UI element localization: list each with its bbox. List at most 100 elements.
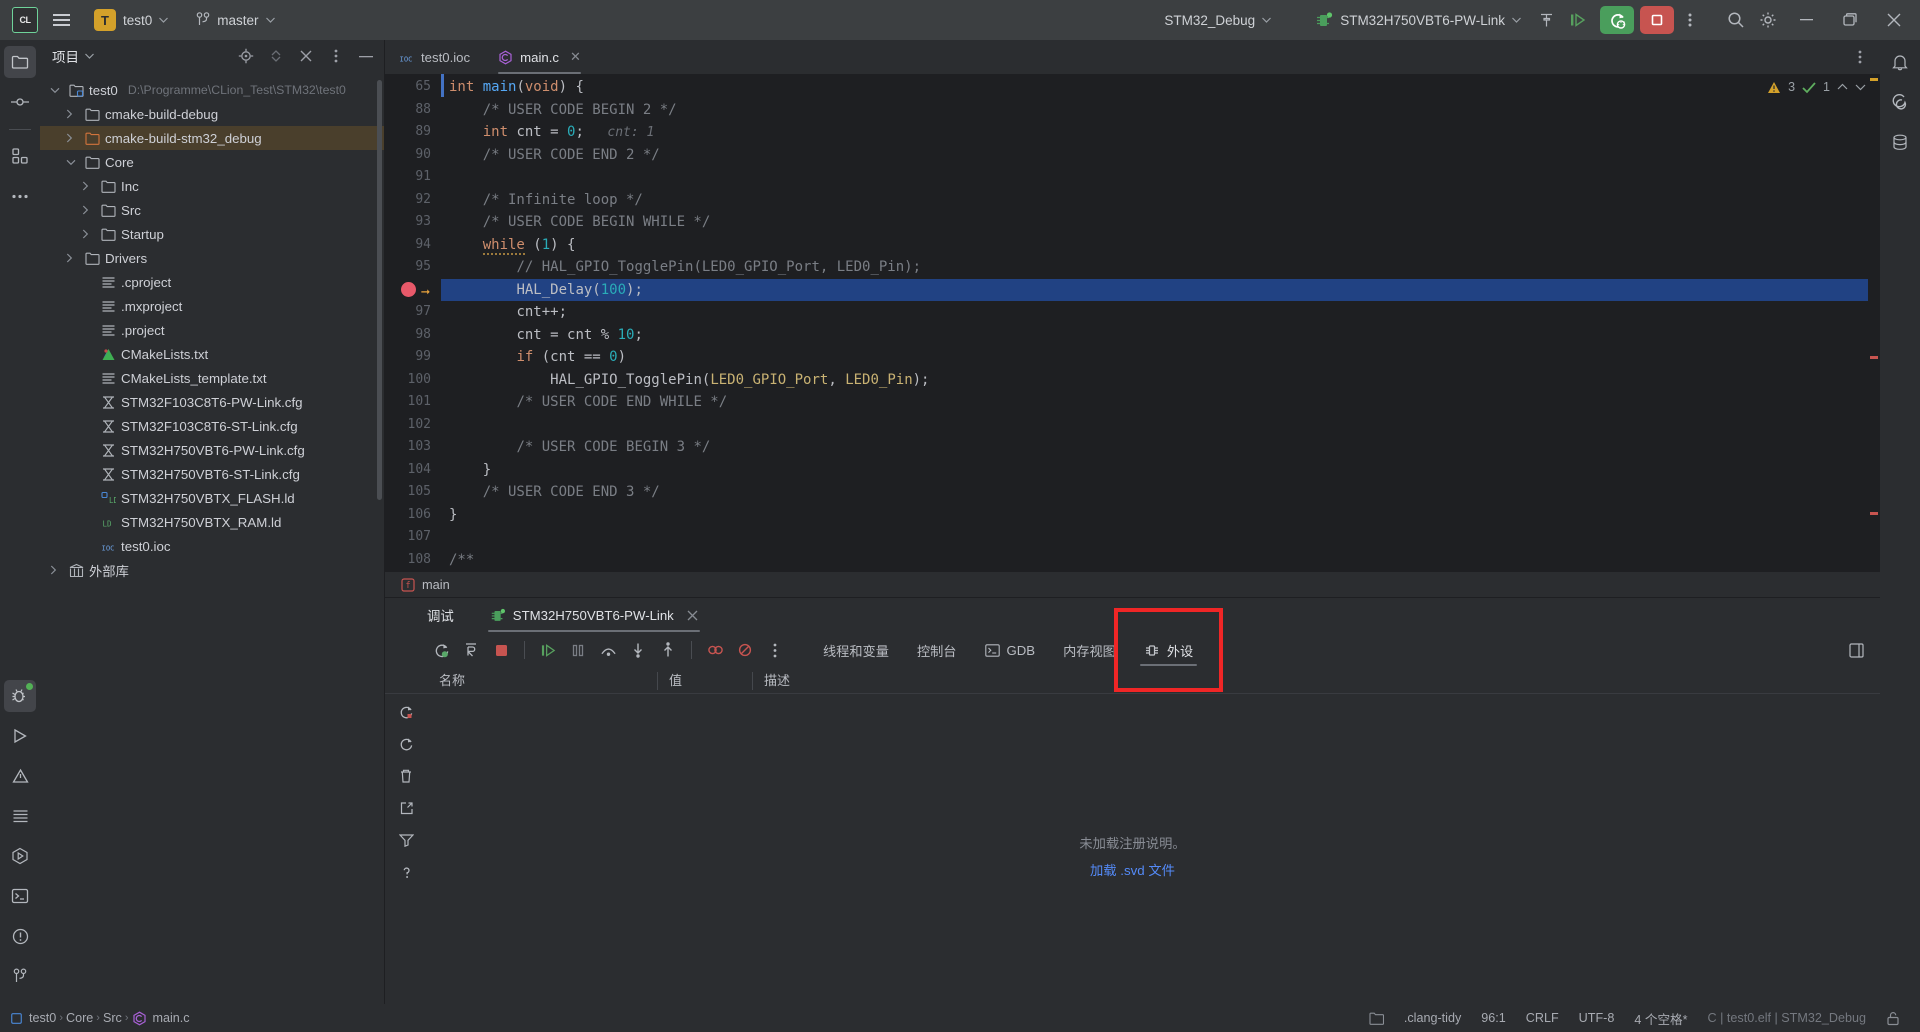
code-line[interactable]: /* USER CODE END 3 */: [441, 481, 1880, 504]
code-line[interactable]: /* USER CODE BEGIN 2 */: [441, 99, 1880, 122]
minimize-button[interactable]: [1784, 0, 1828, 40]
code-line[interactable]: [441, 166, 1880, 189]
run-button[interactable]: [1562, 5, 1594, 35]
close-button[interactable]: [1872, 0, 1916, 40]
tree-node[interactable]: LD STM32H750VBTX_FLASH.ld: [40, 486, 384, 510]
debug-view-tab[interactable]: 外设: [1130, 632, 1207, 668]
code-line[interactable]: HAL_Delay(100);: [441, 74, 1880, 301]
debug-view-tab[interactable]: 控制台: [903, 632, 971, 668]
close-icon[interactable]: ✕: [570, 49, 581, 65]
tree-node[interactable]: LD STM32H750VBTX_RAM.ld: [40, 510, 384, 534]
sidebar-item-project[interactable]: [4, 46, 36, 78]
tree-node-toggle[interactable]: [50, 87, 66, 94]
sidebar-item-todo[interactable]: [4, 800, 36, 832]
tree-node[interactable]: 外部库: [40, 558, 384, 582]
code-line[interactable]: [441, 414, 1880, 437]
breadcrumb-item[interactable]: test0: [10, 1011, 56, 1025]
sidebar-item-ai-assistant[interactable]: [1884, 86, 1916, 118]
sidebar-item-database[interactable]: [1884, 126, 1916, 158]
tree-scrollbar[interactable]: [377, 80, 382, 500]
collapse-all-button[interactable]: [294, 44, 318, 68]
tree-node[interactable]: .cproject: [40, 270, 384, 294]
code-line[interactable]: HAL_GPIO_TogglePin(LED0_GPIO_Port, LED0_…: [441, 369, 1880, 392]
tree-node-toggle[interactable]: [66, 109, 82, 119]
tree-node-toggle[interactable]: [82, 181, 98, 191]
project-selector[interactable]: T test0: [86, 5, 176, 35]
view-breakpoints-button[interactable]: [701, 637, 729, 663]
project-options-button[interactable]: [324, 44, 348, 68]
tree-node[interactable]: STM32F103C8T6-PW-Link.cfg: [40, 390, 384, 414]
run-configuration-selector[interactable]: STM32_Debug: [1155, 9, 1280, 32]
debug-view-tab[interactable]: 内存视图: [1049, 632, 1130, 668]
debug-view-tab[interactable]: 线程和变量: [809, 632, 903, 668]
sidebar-item-run[interactable]: [4, 720, 36, 752]
debug-restart-button[interactable]: [1600, 6, 1634, 34]
load-svd-link[interactable]: 加载 .svd 文件: [1090, 860, 1175, 879]
resume-program-button[interactable]: [534, 637, 562, 663]
device-selector[interactable]: STM32H750VBT6-PW-Link: [1306, 8, 1530, 32]
code-line[interactable]: /**: [441, 549, 1880, 572]
step-out-button[interactable]: [654, 637, 682, 663]
code-line[interactable]: int cnt = 0; cnt: 1: [441, 121, 1880, 144]
chevron-down-icon[interactable]: [85, 53, 94, 59]
sidebar-item-problems[interactable]: [4, 760, 36, 792]
tree-node-toggle[interactable]: [66, 253, 82, 263]
code-line[interactable]: // HAL_GPIO_TogglePin(LED0_GPIO_Port, LE…: [441, 256, 1880, 279]
breadcrumb-item[interactable]: main.c: [132, 1011, 190, 1026]
tree-node[interactable]: test0 D:\Programme\CLion_Test\STM32\test0: [40, 78, 384, 102]
stop-button[interactable]: [487, 637, 515, 663]
tree-node[interactable]: IOC test0.ioc: [40, 534, 384, 558]
code-line[interactable]: while (1) {: [441, 234, 1880, 257]
tree-node[interactable]: Core: [40, 150, 384, 174]
tree-node[interactable]: CMakeLists.txt: [40, 342, 384, 366]
tree-node[interactable]: cmake-build-stm32_debug: [40, 126, 384, 150]
step-over-button[interactable]: [594, 637, 622, 663]
tree-node[interactable]: STM32H750VBT6-PW-Link.cfg: [40, 438, 384, 462]
tree-node-toggle[interactable]: [66, 133, 82, 143]
code-line[interactable]: if (cnt == 0): [441, 346, 1880, 369]
editor-tab[interactable]: IOC test0.ioc: [385, 40, 484, 74]
sidebar-item-notifications[interactable]: [4, 920, 36, 952]
sidebar-item-cmake[interactable]: [4, 840, 36, 872]
search-button[interactable]: [1720, 5, 1752, 35]
filter-button[interactable]: [392, 826, 420, 854]
hide-panel-button[interactable]: [354, 44, 378, 68]
expand-collapse-button[interactable]: [264, 44, 288, 68]
sidebar-item-terminal[interactable]: [4, 880, 36, 912]
editor-options-button[interactable]: [1848, 45, 1872, 69]
tree-node[interactable]: .mxproject: [40, 294, 384, 318]
tree-node-toggle[interactable]: [82, 229, 98, 239]
tree-node[interactable]: cmake-build-debug: [40, 102, 384, 126]
tree-node[interactable]: Inc: [40, 174, 384, 198]
stop-button[interactable]: [1640, 6, 1674, 34]
breakpoint-icon[interactable]: [401, 281, 416, 297]
rerun-debug-button[interactable]: [427, 637, 455, 663]
line-number-gutter[interactable]: 65 88 89 90 91 92 93 94 95 ➞ 97 98 99 100 101 102 103 104…: [385, 74, 441, 571]
code-line[interactable]: /* USER CODE BEGIN WHILE */: [441, 211, 1880, 234]
breadcrumb-item[interactable]: Src: [103, 1011, 122, 1025]
pause-program-button[interactable]: [564, 637, 592, 663]
restore-layout-button[interactable]: [457, 637, 485, 663]
table-column-header[interactable]: 描述: [752, 668, 1152, 694]
sidebar-item-debug[interactable]: [4, 680, 36, 712]
project-file-tree[interactable]: test0 D:\Programme\CLion_Test\STM32\test0…: [40, 72, 384, 1004]
code-line[interactable]: /* USER CODE END WHILE */: [441, 391, 1880, 414]
step-into-button[interactable]: [624, 637, 652, 663]
code-content[interactable]: int main(void) { /* USER CODE BEGIN 2 */…: [441, 74, 1880, 571]
sidebar-item-structure[interactable]: [4, 140, 36, 172]
mute-breakpoints-button[interactable]: [731, 637, 759, 663]
delete-button[interactable]: [392, 762, 420, 790]
chevron-down-icon[interactable]: [1855, 83, 1866, 91]
hamburger-menu-icon[interactable]: [44, 3, 78, 37]
code-line[interactable]: /* USER CODE END 2 */: [441, 144, 1880, 167]
code-editor[interactable]: 65 88 89 90 91 92 93 94 95 ➞ 97 98 99 100 101 102 103 104…: [385, 74, 1880, 571]
more-actions-button[interactable]: [1674, 5, 1706, 35]
reload-button[interactable]: [392, 730, 420, 758]
sidebar-item-more[interactable]: [4, 180, 36, 212]
tree-node[interactable]: STM32H750VBT6-ST-Link.cfg: [40, 462, 384, 486]
tree-node-toggle[interactable]: [82, 205, 98, 215]
code-line[interactable]: /* Infinite loop */: [441, 189, 1880, 212]
sidebar-item-notifications-right[interactable]: [1884, 46, 1916, 78]
table-column-header[interactable]: 值: [657, 668, 752, 694]
settings-button[interactable]: [1752, 5, 1784, 35]
